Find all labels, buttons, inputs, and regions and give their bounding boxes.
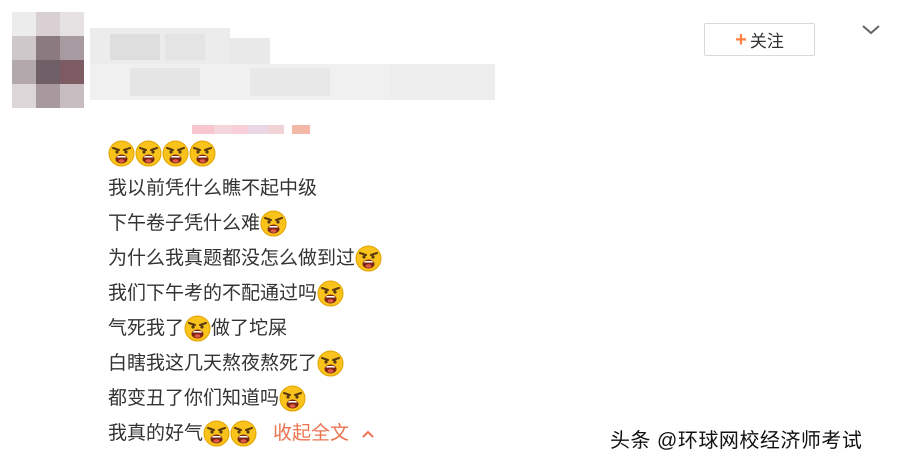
- angry-face-emoji: [279, 385, 306, 412]
- collapse-full-text-link[interactable]: 收起全文: [273, 416, 375, 451]
- avatar[interactable]: [12, 12, 94, 108]
- post-line: 为什么我真题都没怎么做到过: [108, 241, 628, 276]
- watermark: 头条 @环球网校经济师考试: [610, 430, 863, 452]
- angry-face-emoji: [162, 140, 189, 167]
- post-line-text: 我以前凭什么瞧不起中级: [108, 178, 318, 199]
- chevron-down-icon[interactable]: [860, 22, 882, 38]
- angry-face-emoji: [260, 210, 287, 237]
- angry-face-emoji: [317, 350, 344, 377]
- post-line: 都变丑了你们知道吗: [108, 381, 628, 416]
- post-line-text: 白瞎我这几天熬夜熬死了: [108, 353, 318, 374]
- angry-face-emoji: [317, 280, 344, 307]
- post-line: 我真的好气 收起全文: [108, 416, 628, 451]
- post-line-text: 下午卷子凭什么难: [108, 213, 261, 234]
- angry-face-emoji: [108, 140, 135, 167]
- post-line-text: 我们下午考的不配通过吗: [108, 283, 318, 304]
- blurred-tag: [192, 125, 310, 134]
- post-line: 我们下午考的不配通过吗: [108, 276, 628, 311]
- username-blurred[interactable]: [90, 28, 495, 100]
- post-line-text: 都变丑了你们知道吗: [108, 388, 280, 409]
- post-line-text: 我真的好气: [108, 423, 204, 444]
- post-line: 我以前凭什么瞧不起中级: [108, 171, 628, 206]
- angry-face-emoji: [184, 315, 211, 342]
- post-line: 气死我了 做了坨屎: [108, 311, 628, 346]
- post-text: 我以前凭什么瞧不起中级 下午卷子凭什么难 为什么我真题都没怎么做到过 我们下午考的…: [108, 136, 628, 451]
- collapse-label: 收起全文: [273, 423, 350, 444]
- post-line-text: 做了坨屎: [211, 318, 288, 339]
- follow-button[interactable]: + 关注: [704, 23, 815, 56]
- weibo-post-card: + 关注 我以前凭什么瞧不起中级 下午卷子凭什么难 为什么我真题都没怎么做到过 …: [0, 0, 900, 467]
- angry-face-emoji: [355, 245, 382, 272]
- angry-face-emoji: [189, 140, 216, 167]
- angry-face-emoji: [135, 140, 162, 167]
- post-line: 白瞎我这几天熬夜熬死了: [108, 346, 628, 381]
- post-line: 下午卷子凭什么难: [108, 206, 628, 241]
- post-line-text: 为什么我真题都没怎么做到过: [108, 248, 356, 269]
- chevron-up-icon: [361, 416, 375, 451]
- angry-face-emoji: [203, 420, 230, 447]
- follow-label: 关注: [749, 32, 784, 51]
- plus-icon: +: [735, 28, 747, 51]
- post-line-text: 气死我了: [108, 318, 185, 339]
- post-line: [108, 136, 628, 171]
- angry-face-emoji: [230, 420, 257, 447]
